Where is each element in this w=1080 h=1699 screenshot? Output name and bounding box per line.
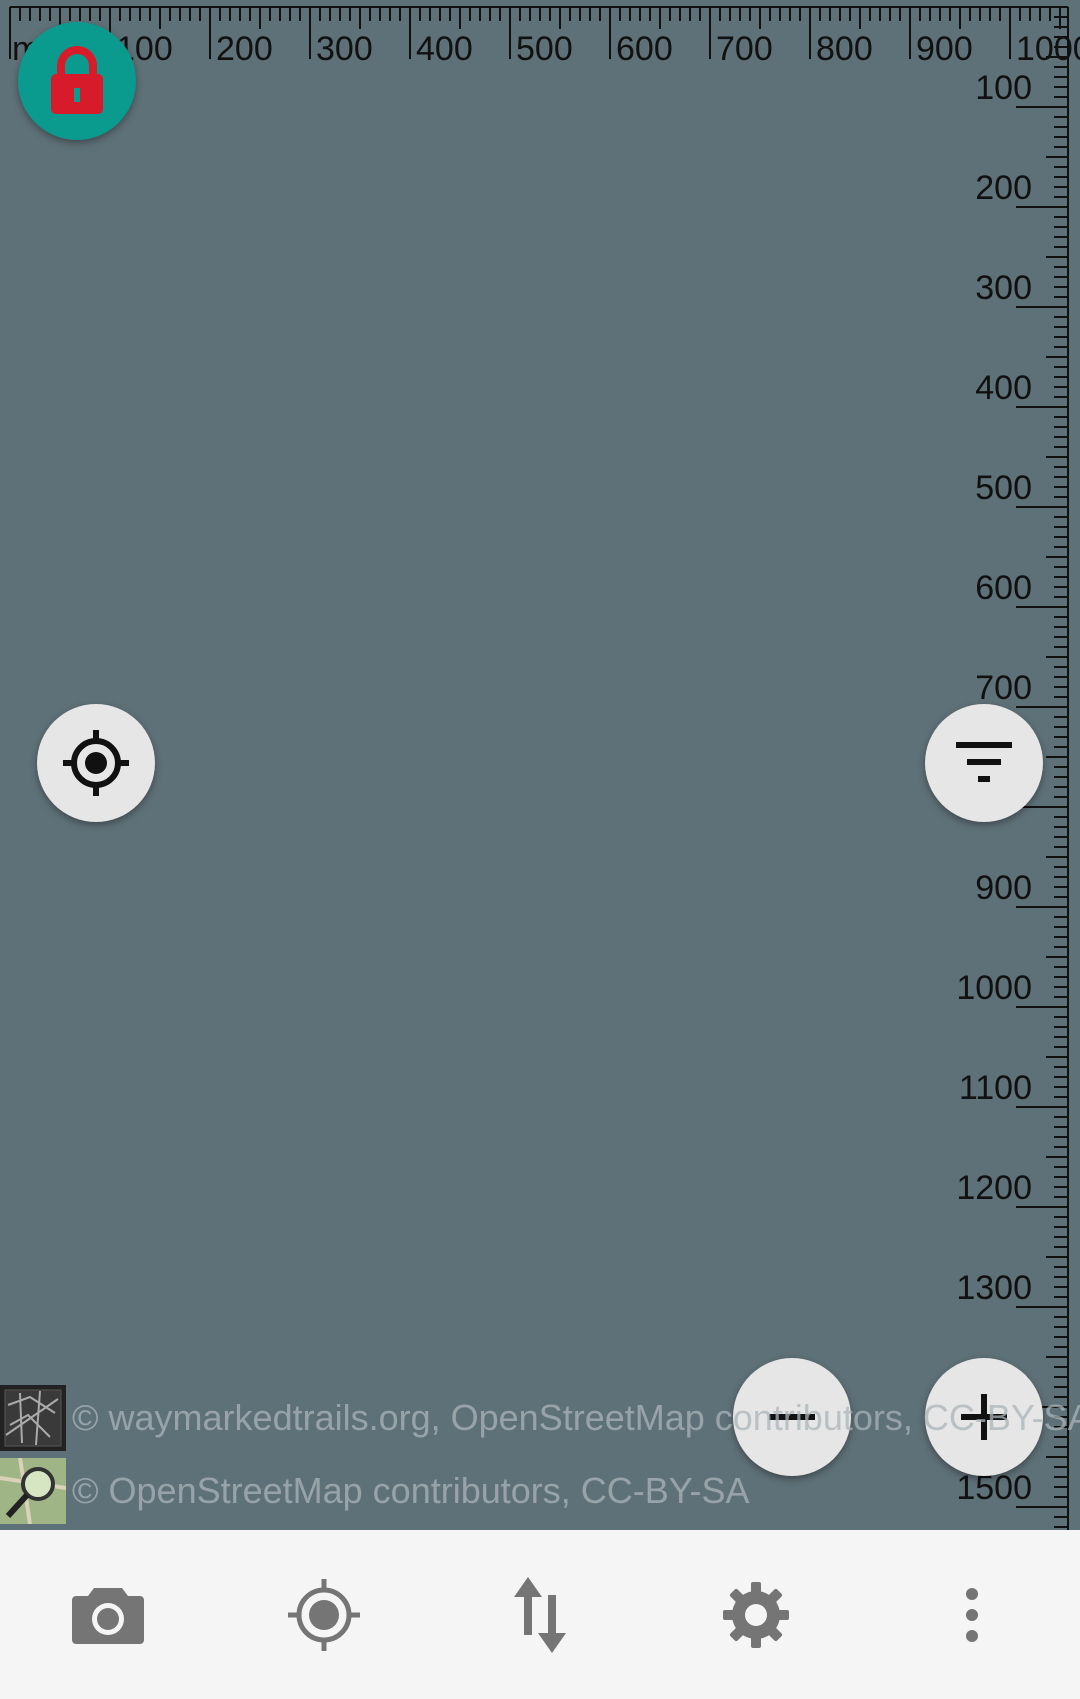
ruler-top-label: 800	[816, 30, 873, 68]
map-view[interactable]: m100200300400500600700800900100010020030…	[0, 0, 1080, 1530]
gear-icon	[723, 1581, 789, 1648]
ruler-right-label: 600	[975, 569, 1032, 607]
ruler-right-label: 1300	[956, 1269, 1032, 1307]
bottom-toolbar	[0, 1530, 1080, 1699]
ruler-right-label: 200	[975, 169, 1032, 207]
settings-button[interactable]	[701, 1560, 811, 1670]
osm-magnifier-thumbnail	[0, 1458, 66, 1524]
gps-icon	[288, 1578, 360, 1651]
ruler-right-label: 100	[975, 69, 1032, 107]
ruler-right-label: 500	[975, 469, 1032, 507]
locate-button[interactable]	[37, 704, 155, 822]
waymarked-tiles-thumbnail	[0, 1385, 66, 1451]
transfer-button[interactable]	[485, 1560, 595, 1670]
ruler-top-label: 500	[516, 30, 573, 68]
transfer-icon	[514, 1576, 566, 1653]
more-options-button[interactable]	[917, 1560, 1027, 1670]
ruler-right-label: 1100	[959, 1069, 1032, 1107]
ruler-right-label: 1000	[956, 969, 1032, 1007]
attribution-text: © waymarkedtrails.org, OpenStreetMap con…	[72, 1397, 1080, 1438]
scale-rulers: m100200300400500600700800900100010020030…	[9, 6, 1080, 1530]
ruler-top-label: 900	[916, 30, 973, 68]
filter-icon	[956, 742, 1012, 782]
ruler-top-label: 200	[216, 30, 273, 68]
camera-icon	[72, 1587, 144, 1644]
more-vert-icon	[966, 1587, 978, 1642]
ruler-right-label: 400	[975, 369, 1032, 407]
ruler-top-label: 700	[716, 30, 773, 68]
gps-button[interactable]	[269, 1560, 379, 1670]
ruler-right-label: 1200	[956, 1169, 1032, 1207]
ruler-top-label: 400	[416, 30, 473, 68]
ruler-top-label: 600	[616, 30, 673, 68]
ruler-top-label: 1000	[1016, 30, 1080, 68]
filter-button[interactable]	[925, 704, 1043, 822]
ruler-top-label: 300	[316, 30, 373, 68]
ruler-right-label: 700	[975, 669, 1032, 707]
lock-icon	[51, 46, 103, 114]
camera-button[interactable]	[53, 1560, 163, 1670]
attribution-osm: © OpenStreetMap contributors, CC-BY-SA	[0, 1458, 749, 1524]
attribution-waymarked: © waymarkedtrails.org, OpenStreetMap con…	[0, 1385, 1080, 1451]
ruler-right-label: 900	[975, 869, 1032, 907]
attribution-text: © OpenStreetMap contributors, CC-BY-SA	[72, 1470, 750, 1511]
crosshair-icon	[63, 730, 129, 796]
ruler-right-label: 300	[975, 269, 1032, 307]
lock-button[interactable]	[18, 22, 136, 140]
